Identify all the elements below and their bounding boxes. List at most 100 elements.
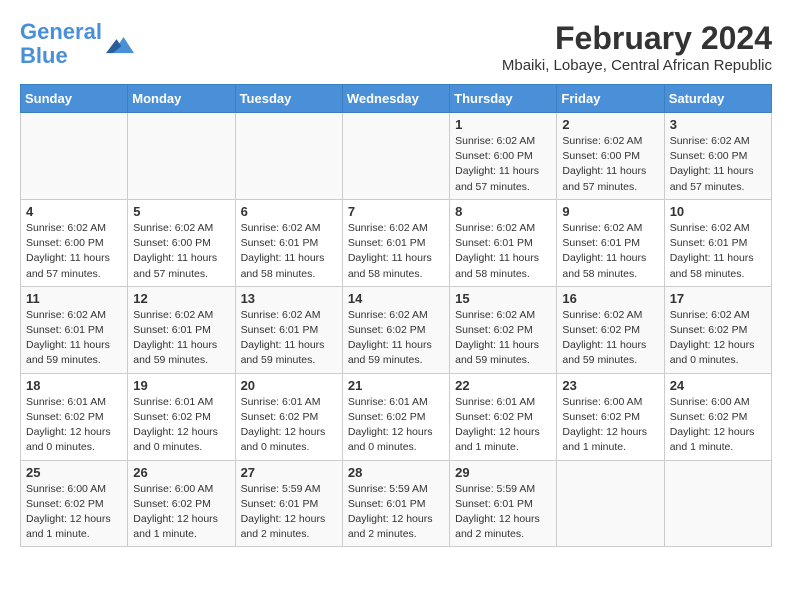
day-info: Sunrise: 6:02 AMSunset: 6:01 PMDaylight:…: [455, 221, 551, 282]
day-number: 25: [26, 465, 122, 480]
calendar-day-14: 14 Sunrise: 6:02 AMSunset: 6:02 PMDayligh…: [342, 286, 449, 373]
day-info: Sunrise: 6:02 AMSunset: 6:01 PMDaylight:…: [133, 308, 229, 369]
calendar-day-13: 13 Sunrise: 6:02 AMSunset: 6:01 PMDayligh…: [235, 286, 342, 373]
calendar-table: SundayMondayTuesdayWednesdayThursdayFrid…: [20, 84, 772, 547]
calendar-day-11: 11Sunrise: 6:02 AMSunset: 6:01 PMDayligh…: [21, 286, 128, 373]
empty-cell: [664, 460, 771, 547]
day-number: 2: [562, 117, 658, 132]
day-info: Sunrise: 6:01 AMSunset: 6:02 PMDaylight:…: [133, 395, 229, 456]
calendar-day-26: 26 Sunrise: 6:00 AMSunset: 6:02 PMDayligh…: [128, 460, 235, 547]
logo: General Blue: [20, 20, 134, 68]
day-info: Sunrise: 6:02 AMSunset: 6:00 PMDaylight:…: [670, 134, 766, 195]
day-number: 1: [455, 117, 551, 132]
header-day-wednesday: Wednesday: [342, 85, 449, 113]
day-info: Sunrise: 6:02 AMSunset: 6:01 PMDaylight:…: [562, 221, 658, 282]
day-number: 28: [348, 465, 444, 480]
day-number: 22: [455, 378, 551, 393]
day-number: 27: [241, 465, 337, 480]
day-number: 10: [670, 204, 766, 219]
day-number: 18: [26, 378, 122, 393]
calendar-day-8: 8Sunrise: 6:02 AMSunset: 6:01 PMDaylight…: [450, 199, 557, 286]
day-info: Sunrise: 6:02 AMSunset: 6:01 PMDaylight:…: [670, 221, 766, 282]
day-number: 7: [348, 204, 444, 219]
calendar-week-4: 18 Sunrise: 6:01 AMSunset: 6:02 PMDayligh…: [21, 373, 772, 460]
calendar-day-7: 7 Sunrise: 6:02 AMSunset: 6:01 PMDaylight…: [342, 199, 449, 286]
day-info: Sunrise: 6:00 AMSunset: 6:02 PMDaylight:…: [562, 395, 658, 456]
day-number: 29: [455, 465, 551, 480]
day-info: Sunrise: 6:02 AMSunset: 6:01 PMDaylight:…: [241, 308, 337, 369]
day-number: 14: [348, 291, 444, 306]
logo-text: General Blue: [20, 20, 102, 68]
day-number: 13: [241, 291, 337, 306]
logo-icon: [106, 30, 134, 58]
calendar-day-23: 23 Sunrise: 6:00 AMSunset: 6:02 PMDayligh…: [557, 373, 664, 460]
calendar-day-9: 9 Sunrise: 6:02 AMSunset: 6:01 PMDaylight…: [557, 199, 664, 286]
calendar-day-24: 24Sunrise: 6:00 AMSunset: 6:02 PMDayligh…: [664, 373, 771, 460]
location-title: Mbaiki, Lobaye, Central African Republic: [502, 57, 772, 74]
day-info: Sunrise: 6:02 AMSunset: 6:01 PMDaylight:…: [241, 221, 337, 282]
calendar-day-17: 17Sunrise: 6:02 AMSunset: 6:02 PMDayligh…: [664, 286, 771, 373]
day-info: Sunrise: 6:02 AMSunset: 6:02 PMDaylight:…: [562, 308, 658, 369]
title-block: February 2024 Mbaiki, Lobaye, Central Af…: [502, 20, 772, 74]
header-day-friday: Friday: [557, 85, 664, 113]
day-info: Sunrise: 6:02 AMSunset: 6:02 PMDaylight:…: [348, 308, 444, 369]
calendar-day-5: 5 Sunrise: 6:02 AMSunset: 6:00 PMDaylight…: [128, 199, 235, 286]
calendar-day-16: 16 Sunrise: 6:02 AMSunset: 6:02 PMDayligh…: [557, 286, 664, 373]
header-day-tuesday: Tuesday: [235, 85, 342, 113]
day-info: Sunrise: 6:02 AMSunset: 6:01 PMDaylight:…: [26, 308, 122, 369]
calendar-week-3: 11Sunrise: 6:02 AMSunset: 6:01 PMDayligh…: [21, 286, 772, 373]
calendar-header-row: SundayMondayTuesdayWednesdayThursdayFrid…: [21, 85, 772, 113]
header-day-saturday: Saturday: [664, 85, 771, 113]
calendar-day-15: 15 Sunrise: 6:02 AMSunset: 6:02 PMDayligh…: [450, 286, 557, 373]
day-info: Sunrise: 6:02 AMSunset: 6:00 PMDaylight:…: [455, 134, 551, 195]
day-info: Sunrise: 6:01 AMSunset: 6:02 PMDaylight:…: [26, 395, 122, 456]
day-number: 21: [348, 378, 444, 393]
calendar-day-29: 29 Sunrise: 5:59 AMSunset: 6:01 PMDayligh…: [450, 460, 557, 547]
header-day-thursday: Thursday: [450, 85, 557, 113]
calendar-day-22: 22 Sunrise: 6:01 AMSunset: 6:02 PMDayligh…: [450, 373, 557, 460]
empty-cell: [235, 113, 342, 200]
calendar-day-2: 2Sunrise: 6:02 AMSunset: 6:00 PMDaylight…: [557, 113, 664, 200]
page-header: General Blue February 2024 Mbaiki, Lobay…: [20, 20, 772, 74]
day-number: 20: [241, 378, 337, 393]
day-info: Sunrise: 5:59 AMSunset: 6:01 PMDaylight:…: [348, 482, 444, 543]
day-info: Sunrise: 6:02 AMSunset: 6:01 PMDaylight:…: [348, 221, 444, 282]
day-info: Sunrise: 6:01 AMSunset: 6:02 PMDaylight:…: [455, 395, 551, 456]
day-number: 23: [562, 378, 658, 393]
day-info: Sunrise: 6:00 AMSunset: 6:02 PMDaylight:…: [670, 395, 766, 456]
day-number: 26: [133, 465, 229, 480]
day-number: 6: [241, 204, 337, 219]
day-number: 16: [562, 291, 658, 306]
calendar-day-1: 1 Sunrise: 6:02 AMSunset: 6:00 PMDaylight…: [450, 113, 557, 200]
day-info: Sunrise: 6:01 AMSunset: 6:02 PMDaylight:…: [241, 395, 337, 456]
day-number: 5: [133, 204, 229, 219]
header-day-monday: Monday: [128, 85, 235, 113]
day-info: Sunrise: 6:02 AMSunset: 6:02 PMDaylight:…: [670, 308, 766, 369]
calendar-day-10: 10 Sunrise: 6:02 AMSunset: 6:01 PMDayligh…: [664, 199, 771, 286]
day-info: Sunrise: 6:02 AMSunset: 6:00 PMDaylight:…: [133, 221, 229, 282]
day-info: Sunrise: 5:59 AMSunset: 6:01 PMDaylight:…: [455, 482, 551, 543]
empty-cell: [21, 113, 128, 200]
day-info: Sunrise: 6:01 AMSunset: 6:02 PMDaylight:…: [348, 395, 444, 456]
day-number: 15: [455, 291, 551, 306]
calendar-week-2: 4Sunrise: 6:02 AMSunset: 6:00 PMDaylight…: [21, 199, 772, 286]
day-info: Sunrise: 6:02 AMSunset: 6:02 PMDaylight:…: [455, 308, 551, 369]
month-title: February 2024: [502, 20, 772, 57]
day-info: Sunrise: 6:02 AMSunset: 6:00 PMDaylight:…: [26, 221, 122, 282]
empty-cell: [557, 460, 664, 547]
day-info: Sunrise: 6:00 AMSunset: 6:02 PMDaylight:…: [133, 482, 229, 543]
day-info: Sunrise: 6:00 AMSunset: 6:02 PMDaylight:…: [26, 482, 122, 543]
day-number: 9: [562, 204, 658, 219]
calendar-week-5: 25 Sunrise: 6:00 AMSunset: 6:02 PMDayligh…: [21, 460, 772, 547]
calendar-day-27: 27 Sunrise: 5:59 AMSunset: 6:01 PMDayligh…: [235, 460, 342, 547]
calendar-day-4: 4Sunrise: 6:02 AMSunset: 6:00 PMDaylight…: [21, 199, 128, 286]
calendar-day-28: 28 Sunrise: 5:59 AMSunset: 6:01 PMDayligh…: [342, 460, 449, 547]
header-day-sunday: Sunday: [21, 85, 128, 113]
empty-cell: [342, 113, 449, 200]
empty-cell: [128, 113, 235, 200]
day-number: 19: [133, 378, 229, 393]
calendar-day-18: 18 Sunrise: 6:01 AMSunset: 6:02 PMDayligh…: [21, 373, 128, 460]
calendar-day-3: 3Sunrise: 6:02 AMSunset: 6:00 PMDaylight…: [664, 113, 771, 200]
day-info: Sunrise: 5:59 AMSunset: 6:01 PMDaylight:…: [241, 482, 337, 543]
calendar-day-19: 19 Sunrise: 6:01 AMSunset: 6:02 PMDayligh…: [128, 373, 235, 460]
